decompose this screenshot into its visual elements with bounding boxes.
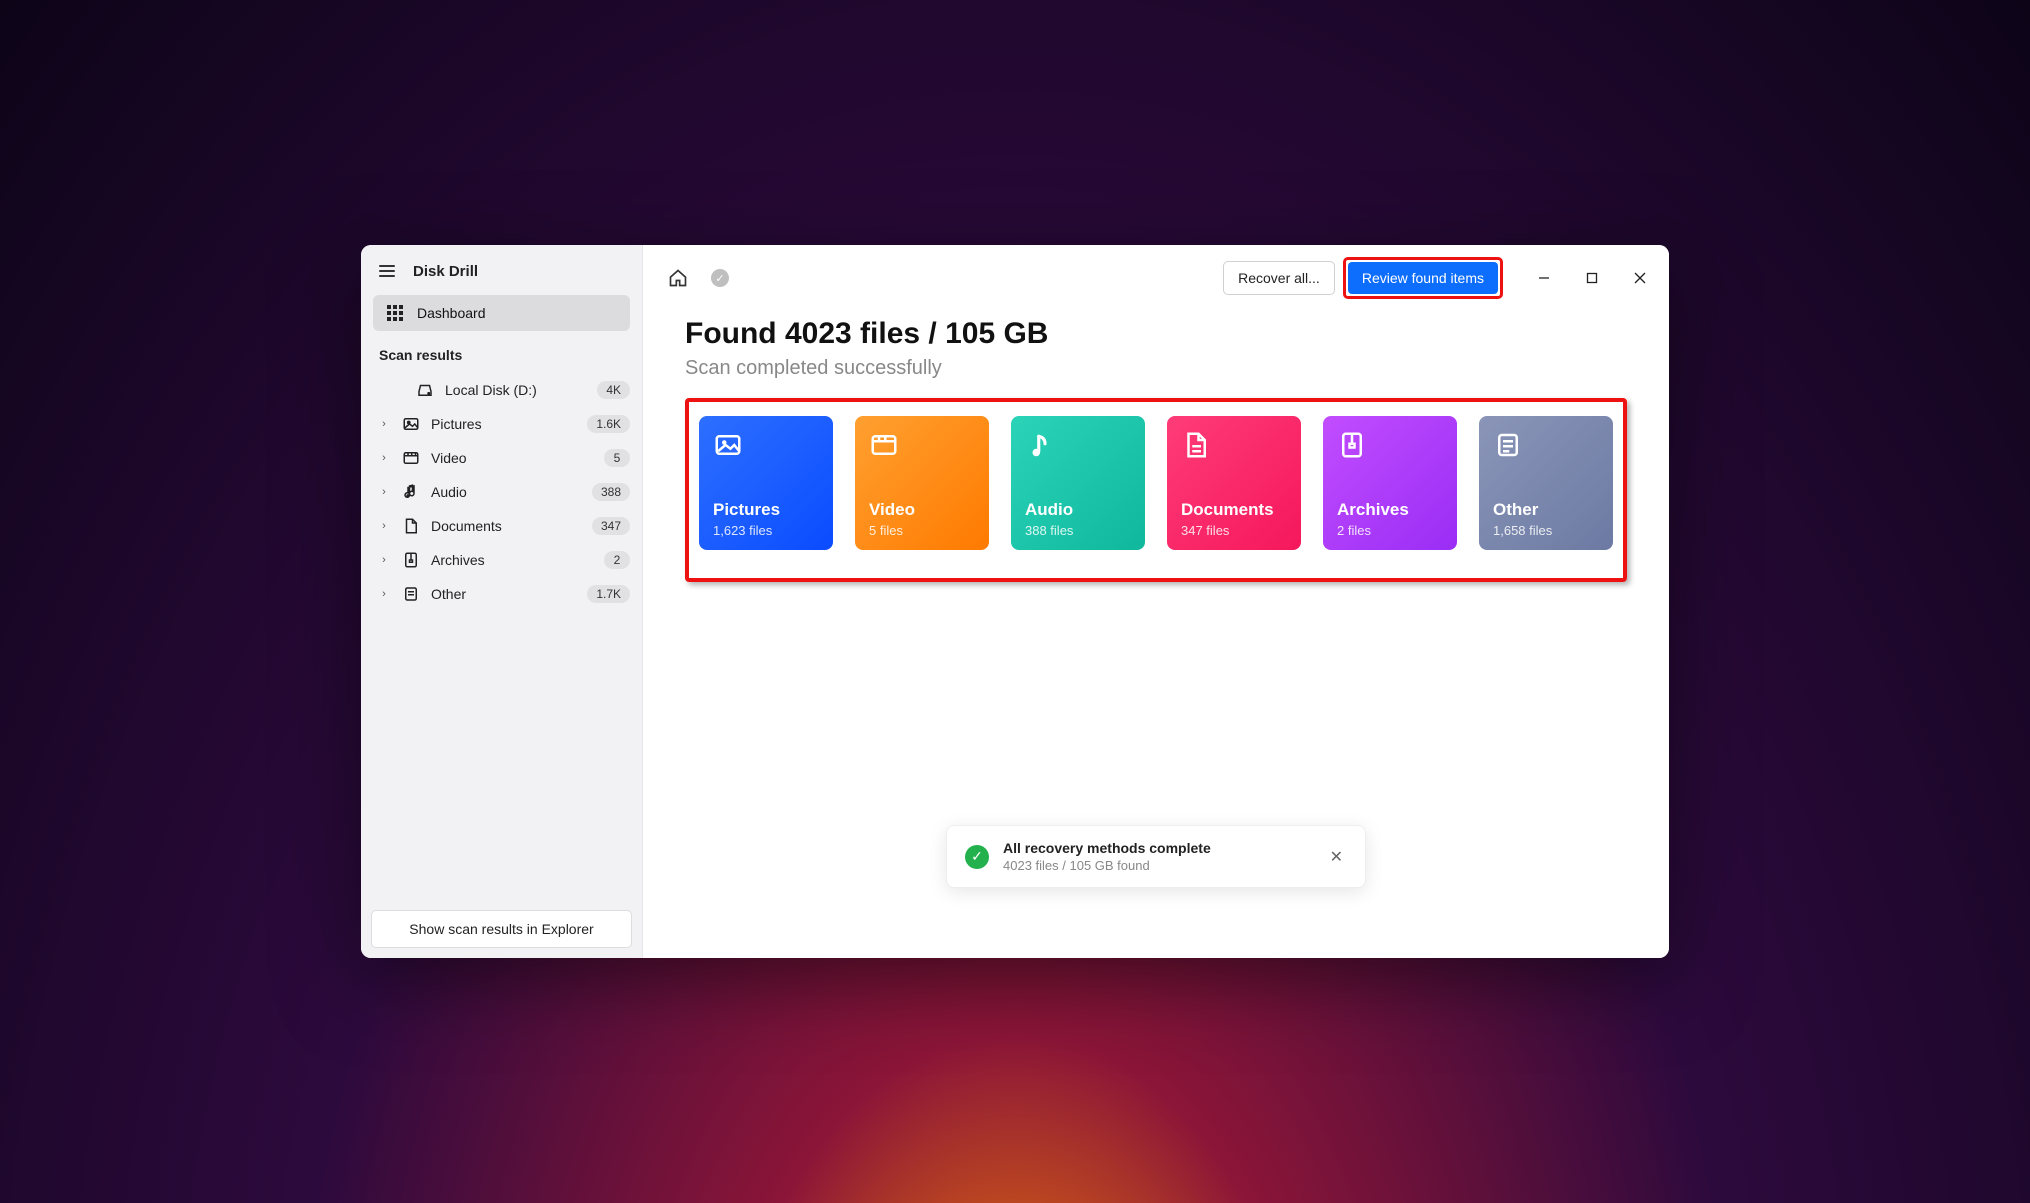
app-window: Disk Drill Dashboard Scan results Local … bbox=[361, 245, 1669, 958]
toast-title: All recovery methods complete bbox=[1003, 840, 1312, 856]
sidebar-item-label: Video bbox=[431, 450, 594, 466]
chevron-right-icon: › bbox=[377, 418, 391, 430]
card-title: Other bbox=[1493, 500, 1599, 520]
found-subtitle: Scan completed successfully bbox=[685, 357, 1627, 380]
archive-icon bbox=[401, 551, 421, 569]
card-subtitle: 5 files bbox=[869, 523, 975, 538]
sidebar-item-label: Archives bbox=[431, 552, 594, 568]
card-subtitle: 1,658 files bbox=[1493, 523, 1599, 538]
sidebar-item-audio[interactable]: › Audio 388 bbox=[361, 475, 642, 509]
review-found-items-button[interactable]: Review found items bbox=[1348, 262, 1498, 294]
sidebar-item-picture[interactable]: › Pictures 1.6K bbox=[361, 407, 642, 441]
sidebar-item-label: Local Disk (D:) bbox=[445, 382, 587, 398]
hamburger-icon[interactable] bbox=[375, 261, 399, 281]
minimize-button[interactable] bbox=[1521, 262, 1567, 294]
sidebar-item-label: Pictures bbox=[431, 416, 577, 432]
sidebar-tree: Local Disk (D:) 4K › Pictures 1.6K › Video 5 › Au… bbox=[361, 373, 642, 611]
toast-body: All recovery methods complete 4023 files… bbox=[1003, 840, 1312, 873]
toast-subtitle: 4023 files / 105 GB found bbox=[1003, 858, 1312, 873]
category-card-pictures[interactable]: Pictures 1,623 files bbox=[699, 416, 833, 550]
card-title: Pictures bbox=[713, 500, 819, 520]
card-title: Archives bbox=[1337, 500, 1443, 520]
category-card-video[interactable]: Video 5 files bbox=[855, 416, 989, 550]
verified-check-icon[interactable]: ✓ bbox=[705, 263, 735, 293]
toast-check-icon: ✓ bbox=[965, 845, 989, 869]
sidebar-footer: Show scan results in Explorer bbox=[361, 900, 642, 958]
video-icon bbox=[869, 430, 975, 470]
category-card-archives[interactable]: Archives 2 files bbox=[1323, 416, 1457, 550]
other-icon bbox=[1493, 430, 1599, 470]
count-badge: 347 bbox=[592, 517, 630, 535]
sidebar-item-archive[interactable]: › Archives 2 bbox=[361, 543, 642, 577]
documents-icon bbox=[1181, 430, 1287, 470]
dashboard-label: Dashboard bbox=[417, 305, 486, 321]
document-icon bbox=[401, 517, 421, 535]
completion-toast: ✓ All recovery methods complete 4023 fil… bbox=[946, 825, 1366, 888]
chevron-right-icon: › bbox=[377, 486, 391, 498]
sidebar-section: Dashboard bbox=[361, 295, 642, 331]
category-cards-highlight: Pictures 1,623 files Video 5 files Audio 388 … bbox=[685, 398, 1627, 582]
recover-all-button[interactable]: Recover all... bbox=[1223, 261, 1335, 295]
app-title: Disk Drill bbox=[413, 263, 478, 280]
sidebar-item-label: Audio bbox=[431, 484, 582, 500]
home-icon[interactable] bbox=[663, 263, 693, 293]
card-subtitle: 1,623 files bbox=[713, 523, 819, 538]
count-badge: 2 bbox=[604, 551, 630, 569]
found-title: Found 4023 files / 105 GB bbox=[685, 317, 1627, 351]
count-badge: 1.6K bbox=[587, 415, 630, 433]
card-title: Video bbox=[869, 500, 975, 520]
sidebar-item-label: Documents bbox=[431, 518, 582, 534]
category-card-documents[interactable]: Documents 347 files bbox=[1167, 416, 1301, 550]
sidebar-item-document[interactable]: › Documents 347 bbox=[361, 509, 642, 543]
sidebar-item-video[interactable]: › Video 5 bbox=[361, 441, 642, 475]
chevron-right-icon: › bbox=[377, 554, 391, 566]
scan-results-heading: Scan results bbox=[361, 331, 642, 373]
review-highlight: Review found items bbox=[1343, 257, 1503, 299]
show-in-explorer-button[interactable]: Show scan results in Explorer bbox=[371, 910, 632, 948]
toast-close-icon[interactable]: ✕ bbox=[1326, 843, 1347, 871]
category-card-other[interactable]: Other 1,658 files bbox=[1479, 416, 1613, 550]
card-subtitle: 2 files bbox=[1337, 523, 1443, 538]
audio-icon bbox=[1025, 430, 1131, 470]
main-panel: ✓ Recover all... Review found items Foun… bbox=[643, 245, 1669, 958]
sidebar: Disk Drill Dashboard Scan results Local … bbox=[361, 245, 643, 958]
content-area: Found 4023 files / 105 GB Scan completed… bbox=[643, 311, 1669, 582]
toolbar: ✓ Recover all... Review found items bbox=[643, 245, 1669, 311]
window-controls bbox=[1521, 262, 1663, 294]
maximize-button[interactable] bbox=[1569, 262, 1615, 294]
sidebar-item-other[interactable]: › Other 1.7K bbox=[361, 577, 642, 611]
dashboard-grid-icon bbox=[387, 305, 403, 321]
card-subtitle: 347 files bbox=[1181, 523, 1287, 538]
picture-icon bbox=[401, 415, 421, 433]
card-title: Audio bbox=[1025, 500, 1131, 520]
audio-icon bbox=[401, 483, 421, 501]
close-button[interactable] bbox=[1617, 262, 1663, 294]
category-card-audio[interactable]: Audio 388 files bbox=[1011, 416, 1145, 550]
disk-icon bbox=[415, 381, 435, 399]
sidebar-item-label: Other bbox=[431, 586, 577, 602]
sidebar-item-dashboard[interactable]: Dashboard bbox=[373, 295, 630, 331]
archives-icon bbox=[1337, 430, 1443, 470]
sidebar-header: Disk Drill bbox=[361, 245, 642, 295]
pictures-icon bbox=[713, 430, 819, 470]
chevron-right-icon: › bbox=[377, 520, 391, 532]
count-badge: 4K bbox=[597, 381, 630, 399]
count-badge: 5 bbox=[604, 449, 630, 467]
card-subtitle: 388 files bbox=[1025, 523, 1131, 538]
chevron-right-icon: › bbox=[377, 452, 391, 464]
video-icon bbox=[401, 449, 421, 467]
other-icon bbox=[401, 585, 421, 603]
count-badge: 388 bbox=[592, 483, 630, 501]
chevron-right-icon: › bbox=[377, 588, 391, 600]
count-badge: 1.7K bbox=[587, 585, 630, 603]
sidebar-item-disk[interactable]: Local Disk (D:) 4K bbox=[361, 373, 642, 407]
card-title: Documents bbox=[1181, 500, 1287, 520]
